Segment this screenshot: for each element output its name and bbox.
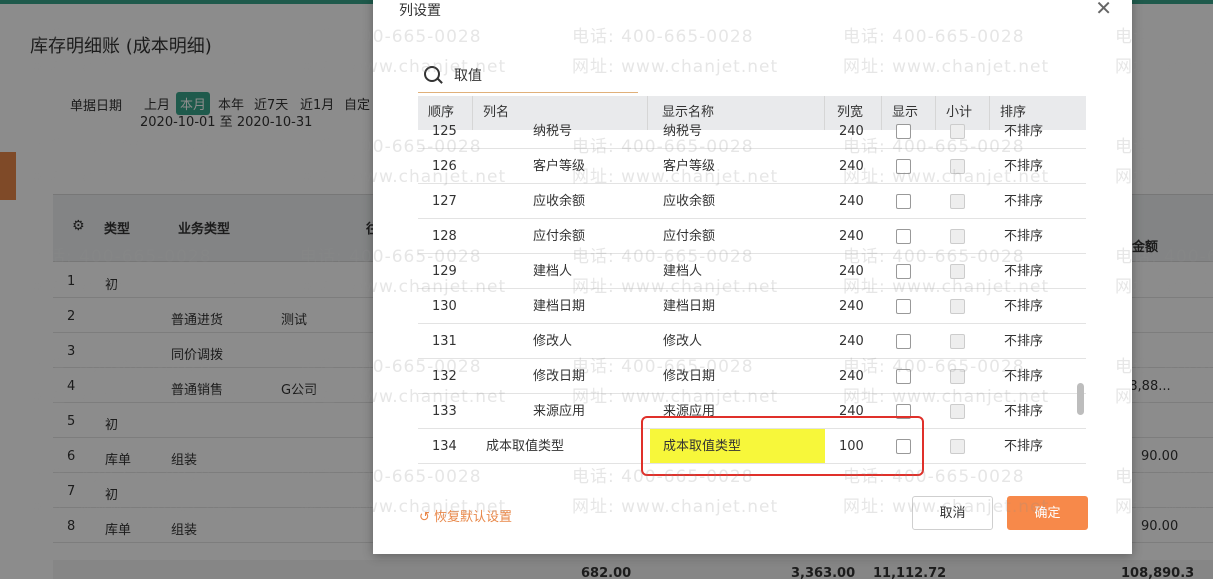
row-display-name[interactable]: 应收余额 xyxy=(663,184,715,219)
subtotal-checkbox xyxy=(950,369,965,384)
row-sort[interactable]: 不排序 xyxy=(1004,184,1043,219)
search-input[interactable] xyxy=(452,63,636,87)
row-sort[interactable]: 不排序 xyxy=(1004,289,1043,324)
show-checkbox[interactable] xyxy=(896,369,911,384)
row-width[interactable]: 240 xyxy=(839,219,864,254)
restore-default-button[interactable]: ↺ 恢复默认设置 xyxy=(419,506,512,525)
column-grid: 顺序 列名 显示名称 列宽 显示 小计 排序 125 纳税号 纳税号 240 不排序 12… xyxy=(418,96,1086,466)
row-width[interactable]: 240 xyxy=(839,149,864,184)
row-column-name: 建档日期 xyxy=(533,299,586,314)
row-sort[interactable]: 不排序 xyxy=(1004,394,1043,429)
grid-row-129[interactable]: 129 建档人 建档人 240 不排序 xyxy=(418,254,1086,289)
annotation-highlight-box xyxy=(641,416,924,476)
row-sort[interactable]: 不排序 xyxy=(1004,114,1043,149)
row-column-name: 修改日期 xyxy=(533,369,586,384)
row-column-name: 修改人 xyxy=(533,334,573,349)
grid-row-127[interactable]: 127 应收余额 应收余额 240 不排序 xyxy=(418,184,1086,219)
row-sort[interactable]: 不排序 xyxy=(1004,429,1043,464)
show-checkbox[interactable] xyxy=(896,159,911,174)
subtotal-checkbox xyxy=(950,334,965,349)
row-column-name: 成本取值类型 xyxy=(486,439,565,454)
show-checkbox[interactable] xyxy=(896,334,911,349)
row-column-name: 客户等级 xyxy=(533,159,586,174)
show-checkbox[interactable] xyxy=(896,299,911,314)
row-display-name[interactable]: 修改日期 xyxy=(663,359,715,394)
dialog-title: 列设置 xyxy=(399,3,441,19)
subtotal-checkbox xyxy=(950,194,965,209)
row-width[interactable]: 240 xyxy=(839,184,864,219)
row-display-name[interactable]: 应付余额 xyxy=(663,219,715,254)
subtotal-checkbox xyxy=(950,264,965,279)
row-order: 131 xyxy=(432,334,457,349)
show-checkbox[interactable] xyxy=(896,194,911,209)
show-checkbox[interactable] xyxy=(896,124,911,139)
show-checkbox[interactable] xyxy=(896,264,911,279)
row-width[interactable]: 240 xyxy=(839,359,864,394)
row-display-name[interactable]: 纳税号 xyxy=(663,114,702,149)
scrollbar-thumb[interactable] xyxy=(1077,383,1084,415)
row-width[interactable]: 240 xyxy=(839,114,864,149)
row-width[interactable]: 240 xyxy=(839,289,864,324)
row-order: 130 xyxy=(432,299,457,314)
row-sort[interactable]: 不排序 xyxy=(1004,359,1043,394)
subtotal-checkbox xyxy=(950,404,965,419)
grid-row-131[interactable]: 131 修改人 修改人 240 不排序 xyxy=(418,324,1086,359)
row-sort[interactable]: 不排序 xyxy=(1004,219,1043,254)
search-icon xyxy=(424,66,440,82)
row-order: 132 xyxy=(432,369,457,384)
row-display-name[interactable]: 修改人 xyxy=(663,324,702,359)
subtotal-checkbox xyxy=(950,439,965,454)
row-order: 133 xyxy=(432,404,457,419)
show-checkbox[interactable] xyxy=(896,229,911,244)
close-icon[interactable]: ✕ xyxy=(1095,0,1112,18)
row-column-name: 纳税号 xyxy=(533,124,573,139)
subtotal-checkbox xyxy=(950,299,965,314)
restore-label: 恢复默认设置 xyxy=(434,510,513,525)
subtotal-checkbox xyxy=(950,159,965,174)
row-order: 129 xyxy=(432,264,457,279)
row-sort[interactable]: 不排序 xyxy=(1004,149,1043,184)
row-display-name[interactable]: 建档人 xyxy=(663,254,702,289)
row-sort[interactable]: 不排序 xyxy=(1004,254,1043,289)
grid-row-130[interactable]: 130 建档日期 建档日期 240 不排序 xyxy=(418,289,1086,324)
row-width[interactable]: 240 xyxy=(839,254,864,289)
row-order: 134 xyxy=(432,439,457,454)
row-order: 128 xyxy=(432,229,457,244)
row-order: 125 xyxy=(432,124,457,139)
ok-button[interactable]: 确定 xyxy=(1007,496,1088,530)
row-column-name: 应收余额 xyxy=(533,194,586,209)
row-sort[interactable]: 不排序 xyxy=(1004,324,1043,359)
grid-row-126[interactable]: 126 客户等级 客户等级 240 不排序 xyxy=(418,149,1086,184)
row-display-name[interactable]: 建档日期 xyxy=(663,289,715,324)
subtotal-checkbox xyxy=(950,124,965,139)
row-column-name: 应付余额 xyxy=(533,229,586,244)
grid-row-132[interactable]: 132 修改日期 修改日期 240 不排序 xyxy=(418,359,1086,394)
row-order: 126 xyxy=(432,159,457,174)
row-width[interactable]: 240 xyxy=(839,324,864,359)
row-order: 127 xyxy=(432,194,457,209)
subtotal-checkbox xyxy=(950,229,965,244)
grid-row-128[interactable]: 128 应付余额 应付余额 240 不排序 xyxy=(418,219,1086,254)
restore-icon: ↺ xyxy=(419,510,430,525)
grid-row-125[interactable]: 125 纳税号 纳税号 240 不排序 xyxy=(418,114,1086,149)
row-display-name[interactable]: 客户等级 xyxy=(663,149,715,184)
row-column-name: 来源应用 xyxy=(533,404,586,419)
cancel-button[interactable]: 取消 xyxy=(912,496,993,530)
search-box xyxy=(418,58,638,93)
row-column-name: 建档人 xyxy=(533,264,573,279)
